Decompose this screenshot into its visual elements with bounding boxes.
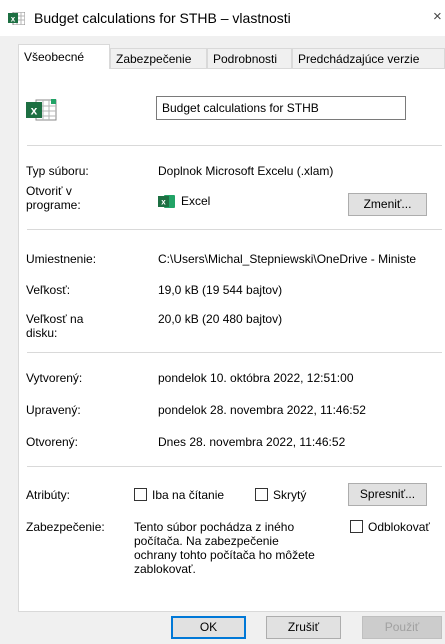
ok-button[interactable]: OK [171,616,246,639]
accessed-label: Otvorený: [26,435,79,449]
tab-strip: Všeobecné Zabezpečenie Podrobnosti Predc… [18,44,445,69]
opens-with-label-line2: programe: [26,198,81,212]
window-title: Budget calculations for STHB – vlastnost… [34,10,291,26]
hidden-label[interactable]: Skrytý [273,488,306,502]
tab-security[interactable]: Zabezpečenie [110,48,207,68]
size-on-disk-value: 20,0 kB (20 480 bajtov) [158,312,283,326]
tab-details[interactable]: Podrobnosti [207,48,292,68]
file-type-value: Doplnok Microsoft Excelu (.xlam) [158,164,334,178]
advanced-button[interactable]: Spresniť... [348,483,427,506]
security-text-line3: ochrany tohto počítača ho môžete [134,548,315,562]
accessed-value: Dnes 28. novembra 2022, 11:46:52 [158,435,346,449]
opens-with-label-line1: Otvoriť v [26,184,72,198]
created-label: Vytvorený: [26,371,83,385]
svg-text:x: x [31,104,38,118]
readonly-label[interactable]: Iba na čítanie [152,488,224,502]
divider [27,145,442,146]
divider [27,229,442,230]
modified-value: pondelok 28. novembra 2022, 11:46:52 [158,403,366,417]
close-icon[interactable]: × [433,8,442,25]
created-value: pondelok 10. októbra 2022, 12:51:00 [158,371,354,385]
size-label: Veľkosť: [26,283,71,297]
modified-label: Upravený: [26,403,81,417]
general-panel: x Budget calculations for STHB Typ súbor… [18,68,445,612]
svg-text:x: x [11,15,16,24]
tab-general[interactable]: Všeobecné [18,44,110,69]
size-on-disk-label-line2: disku: [26,326,58,340]
size-value: 19,0 kB (19 544 bajtov) [158,283,283,297]
file-name-field[interactable]: Budget calculations for STHB [156,96,406,120]
apply-button[interactable]: Použiť [362,616,442,639]
readonly-checkbox[interactable] [134,488,147,501]
location-value: C:\Users\Michal_Stepniewski\OneDrive - M… [158,252,417,266]
hidden-checkbox[interactable] [255,488,268,501]
divider [27,466,442,467]
location-label: Umiestnenie: [26,252,97,266]
attributes-label: Atribúty: [26,488,71,502]
unblock-label[interactable]: Odblokovať [368,520,430,534]
security-text-line1: Tento súbor pochádza z iného [134,520,295,534]
svg-text:x: x [161,198,166,207]
title-bar: x Budget calculations for STHB – vlastno… [0,0,445,36]
divider [27,352,442,353]
unblock-checkbox[interactable] [350,520,363,533]
security-label: Zabezpečenie: [26,520,105,534]
change-button[interactable]: Zmeniť... [348,193,427,216]
excel-app-icon: x [158,195,175,208]
opens-with-app: Excel [181,194,211,208]
security-text-line4: zablokovať. [134,562,196,576]
cancel-button[interactable]: Zrušiť [266,616,341,639]
excel-file-icon: x [26,99,57,121]
tab-previous-versions[interactable]: Predchádzajúce verzie [292,48,445,68]
file-type-label: Typ súboru: [26,164,89,178]
size-on-disk-label-line1: Veľkosť na [26,312,84,326]
excel-file-icon: x [8,12,25,25]
security-text-line2: počítača. Na zabezpečenie [134,534,279,548]
